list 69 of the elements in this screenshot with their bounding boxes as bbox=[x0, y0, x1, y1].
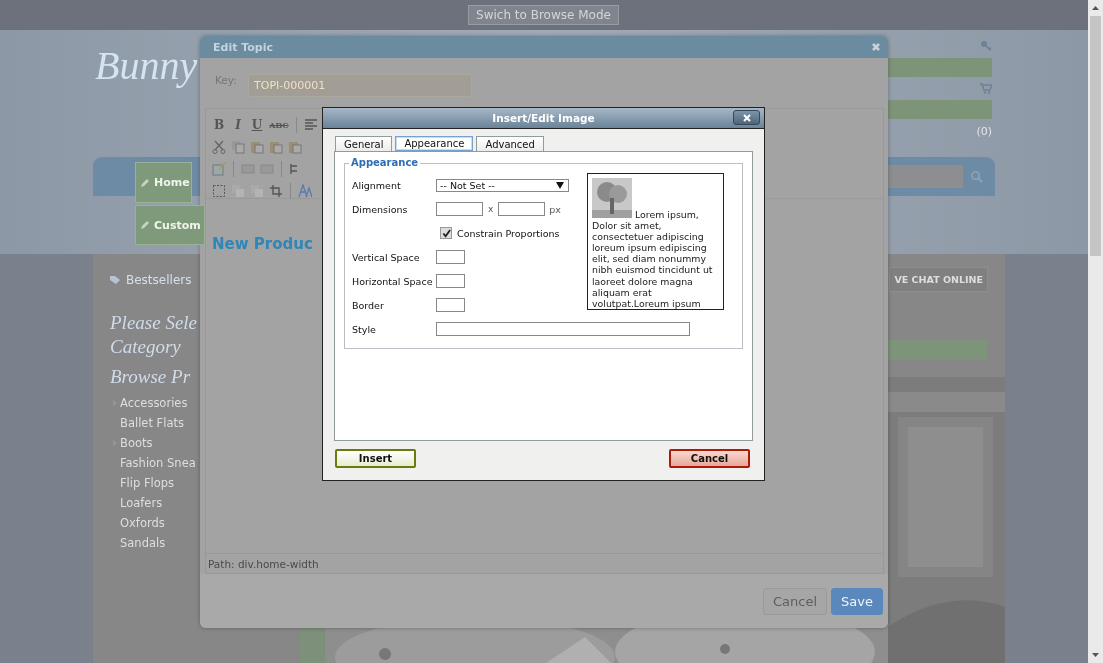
category-link[interactable]: Accessories bbox=[110, 393, 300, 413]
field-label: Style bbox=[352, 323, 377, 335]
checkbox-label: Constrain Proportions bbox=[457, 227, 560, 239]
layer-icon[interactable] bbox=[231, 184, 245, 198]
crop-icon[interactable] bbox=[269, 184, 283, 198]
tag-icon bbox=[110, 274, 122, 285]
pencil-icon bbox=[140, 177, 150, 188]
align-left-icon[interactable] bbox=[304, 119, 318, 131]
unit-label: px bbox=[549, 203, 561, 215]
nav-tab[interactable]: Custom bbox=[135, 205, 205, 245]
preview-text: Lorem ipsum, Dolor sit amet, consectetuer adipiscing loreum ipsum edipiscing elit, sed diam nonummy nibh euismod tincidunt ut laoreet dolore magna aliquam erat volutpat.Loreum ipsum bbox=[592, 178, 720, 309]
login-field[interactable] bbox=[885, 58, 992, 77]
caret-icon bbox=[556, 181, 564, 189]
dialog-title: Insert/Edit Image bbox=[492, 112, 595, 124]
browse-mode-button[interactable]: Swich to Browse Mode bbox=[468, 5, 619, 25]
pencil-icon bbox=[140, 220, 150, 230]
sidebar-heading: Category bbox=[110, 335, 182, 359]
field-label: Dimensions bbox=[352, 203, 409, 215]
close-icon bbox=[741, 112, 752, 123]
bestsellers-tab[interactable]: Bestsellers bbox=[110, 267, 192, 292]
close-button[interactable] bbox=[733, 110, 760, 125]
close-icon[interactable] bbox=[871, 42, 881, 52]
field-label: Vertical Space bbox=[352, 251, 421, 263]
layer-icon[interactable] bbox=[250, 184, 264, 198]
font-icon[interactable] bbox=[298, 184, 312, 198]
style-field[interactable] bbox=[436, 322, 690, 336]
live-chat-button[interactable]: VE CHAT ONLINE bbox=[889, 267, 988, 292]
cart-field[interactable] bbox=[885, 100, 992, 119]
key-icon[interactable] bbox=[980, 40, 992, 52]
copy-icon[interactable] bbox=[231, 140, 245, 154]
cart-icon[interactable] bbox=[980, 83, 992, 94]
group-legend: Appearance bbox=[349, 157, 421, 168]
scissors-icon[interactable] bbox=[212, 140, 226, 154]
input-field[interactable] bbox=[888, 340, 987, 360]
nav-tab[interactable]: Home bbox=[135, 162, 192, 203]
key-field[interactable]: TOPI-000001 bbox=[248, 73, 472, 97]
format-button[interactable]: B bbox=[212, 118, 226, 132]
tab[interactable]: Advanced bbox=[476, 136, 544, 151]
input-field[interactable] bbox=[436, 250, 465, 264]
input-field[interactable] bbox=[436, 274, 465, 288]
paste-icon[interactable] bbox=[250, 140, 264, 154]
tab[interactable]: General bbox=[335, 136, 393, 151]
input-field[interactable] bbox=[436, 298, 465, 312]
editor-heading: New Produc bbox=[212, 235, 313, 253]
tab[interactable]: Appearance bbox=[395, 136, 474, 151]
selection-icon[interactable] bbox=[212, 184, 226, 198]
height-field[interactable] bbox=[498, 202, 546, 216]
sidebar-heading: Browse Pr bbox=[110, 365, 192, 389]
field-label: Horizontal Space bbox=[352, 275, 434, 287]
width-field[interactable] bbox=[436, 202, 483, 216]
scrollbar[interactable] bbox=[1088, 0, 1103, 663]
edit-icon[interactable] bbox=[212, 162, 226, 176]
search-icon bbox=[970, 170, 983, 183]
format-button[interactable]: U bbox=[250, 118, 264, 132]
format-button[interactable]: ABC bbox=[269, 120, 289, 130]
category-link[interactable]: Boots bbox=[110, 433, 300, 453]
checkbox[interactable] bbox=[440, 227, 452, 239]
format-button[interactable]: I bbox=[231, 118, 245, 132]
path-label: Path: div.home-width bbox=[208, 557, 319, 570]
cart-count: (0) bbox=[976, 125, 992, 138]
alignment-dropdown[interactable]: -- Not Set -- bbox=[436, 178, 569, 192]
field-label: Alignment bbox=[352, 179, 402, 191]
paste-icon[interactable] bbox=[288, 140, 302, 154]
dialog-title: Edit Topic bbox=[213, 40, 273, 54]
times-sign: x bbox=[488, 204, 494, 214]
field-label: Border bbox=[352, 299, 385, 311]
logo[interactable]: Bunny bbox=[95, 42, 198, 89]
paste-icon[interactable] bbox=[269, 140, 283, 154]
sidebar-heading: Please Sele bbox=[110, 311, 199, 335]
